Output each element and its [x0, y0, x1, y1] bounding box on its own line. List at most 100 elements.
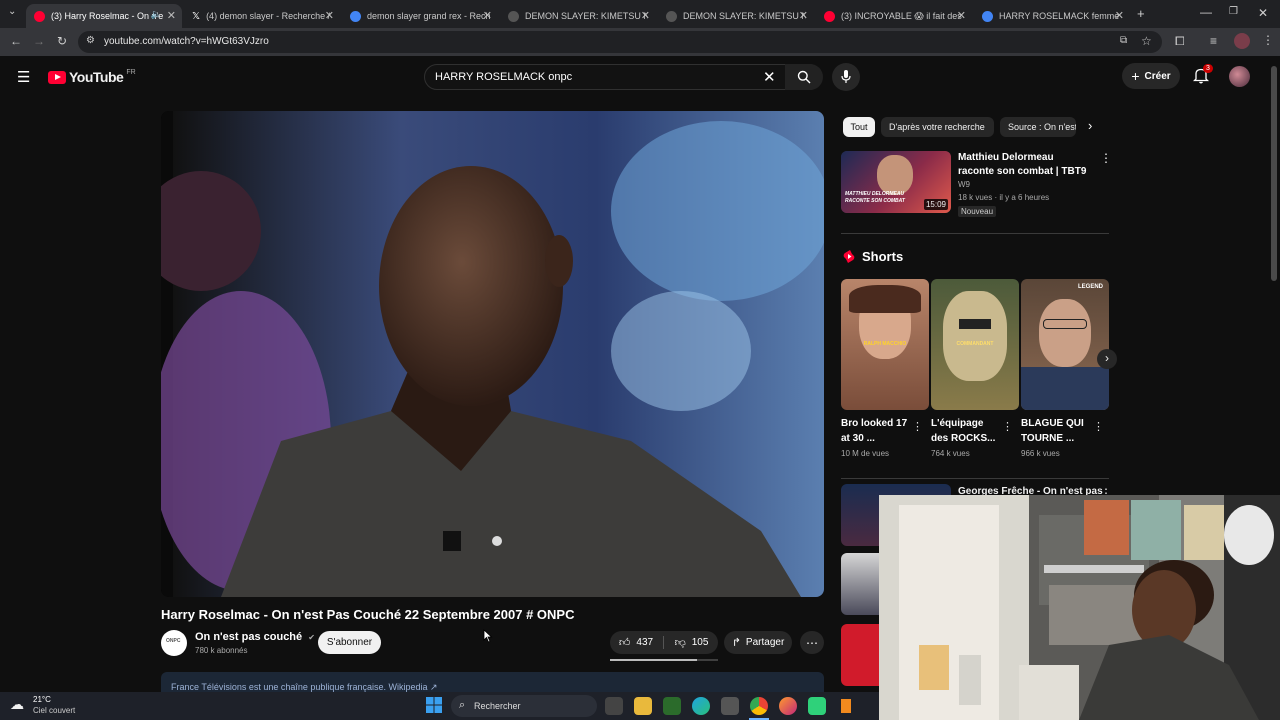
file-explorer-icon[interactable] — [634, 697, 652, 715]
recommendation-thumbnail-4[interactable] — [841, 624, 879, 686]
video-duration: 15:09 — [923, 199, 948, 210]
nvidia-icon[interactable] — [663, 697, 681, 715]
restore-icon[interactable]: ❐ — [1229, 6, 1238, 17]
recommendation-title[interactable]: Matthieu Delormeau raconte son combat | … — [958, 151, 1088, 179]
create-button[interactable]: + Créer — [1122, 63, 1180, 89]
close-icon[interactable]: ✕ — [167, 9, 176, 22]
clear-search-icon[interactable]: ✕ — [763, 68, 776, 86]
more-actions-icon[interactable]: ⋯ — [800, 631, 824, 654]
recommendation-thumbnail-3[interactable] — [841, 553, 879, 615]
chip-related[interactable]: D'après votre recherche — [881, 117, 994, 137]
more-options-icon[interactable]: ⋮ — [912, 420, 923, 433]
subscribe-button[interactable]: S'abonner — [318, 631, 381, 654]
window-close-icon[interactable]: ✕ — [1258, 6, 1268, 20]
recommendation-meta: 18 k vues · il y a 6 heures — [958, 193, 1050, 202]
windows-start-icon[interactable] — [426, 697, 442, 713]
short-thumbnail-2[interactable]: COMMANDANT — [931, 279, 1019, 410]
more-options-icon[interactable]: ⋮ — [1002, 420, 1013, 433]
tab-google-search[interactable]: demon slayer grand rex - Reche ✕ — [342, 4, 498, 28]
close-icon[interactable]: ✕ — [483, 9, 492, 22]
taskbar-search[interactable]: ⌕ Rechercher — [451, 695, 597, 717]
tab-x[interactable]: 𝕏 (4) demon slayer - Recherche / ✕ — [184, 4, 340, 28]
address-bar[interactable]: ⚙ youtube.com/watch?v=hWGt63VJzro ⧉ ☆ — [78, 31, 1162, 53]
close-icon[interactable]: ✕ — [641, 9, 650, 22]
recommendation-channel[interactable]: W9 — [958, 180, 970, 189]
tab-title: HARRY ROSELMACK femme - R — [999, 11, 1122, 21]
tab-groups-icon[interactable]: ≡ — [1210, 34, 1217, 48]
close-icon[interactable]: ✕ — [957, 9, 966, 22]
profile-avatar[interactable] — [1234, 33, 1250, 49]
like-button[interactable]: 👍︎ 437 — [610, 631, 662, 654]
browser-toolbar: ← → ↻ ⚙ youtube.com/watch?v=hWGt63VJzro … — [0, 28, 1280, 56]
description-box[interactable]: France Télévisions est une chaîne publiq… — [161, 672, 824, 692]
extensions-icon[interactable]: ⧠ — [1175, 34, 1185, 49]
tab-demon-slayer-1[interactable]: DEMON SLAYER: KIMETSU NO ✕ — [500, 4, 656, 28]
firefox-icon[interactable] — [779, 697, 797, 715]
weather-cloud-icon[interactable]: ☁ — [10, 696, 24, 713]
tab-search-icon[interactable]: ⌄ — [8, 6, 16, 17]
verified-icon: ✔ — [308, 633, 315, 642]
channel-name-text: On n'est pas couché — [195, 631, 303, 643]
video-player[interactable] — [161, 111, 824, 597]
audio-icon[interactable]: 🔈 — [151, 9, 162, 20]
search-button[interactable] — [785, 64, 823, 90]
forward-icon[interactable]: → — [33, 34, 45, 48]
store-icon[interactable] — [721, 697, 739, 715]
short-thumbnail-1[interactable]: RALPH MACCHIO — [841, 279, 929, 410]
search-input[interactable]: HARRY ROSELMACK onpc ✕ — [424, 64, 822, 90]
close-icon[interactable]: ✕ — [325, 9, 334, 22]
vlc-icon[interactable] — [837, 697, 855, 715]
chrome-menu-icon[interactable]: ⋮ — [1262, 33, 1274, 47]
google-favicon-icon — [982, 10, 993, 22]
short-overlay-text: LEGEND — [1077, 284, 1103, 290]
dislike-button[interactable]: 👎︎ 105 — [665, 631, 718, 654]
reload-icon[interactable]: ↻ — [57, 34, 67, 48]
short-title[interactable]: BLAGUE QUI TOURNE ... — [1021, 416, 1093, 446]
tab-title: DEMON SLAYER: KIMETSU NO — [683, 11, 806, 21]
task-view-icon[interactable] — [605, 697, 623, 715]
chevron-right-icon[interactable]: › — [1088, 118, 1092, 133]
install-app-icon[interactable]: ⧉ — [1120, 35, 1127, 46]
google-favicon-icon — [350, 10, 361, 22]
chip-source[interactable]: Source : On n'est — [1000, 117, 1076, 137]
short-thumbnail-3[interactable]: LEGEND — [1021, 279, 1109, 410]
close-icon[interactable]: ✕ — [1115, 9, 1124, 22]
tab-youtube-active[interactable]: (3) Harry Roselmac - On n'e 🔈 ✕ — [26, 4, 182, 28]
back-icon[interactable]: ← — [10, 34, 22, 48]
edge-icon[interactable] — [692, 697, 710, 715]
channel-avatar[interactable]: ONPC — [161, 630, 187, 656]
more-options-icon[interactable]: ⋮ — [1100, 151, 1112, 165]
shorts-next-icon[interactable]: › — [1097, 349, 1117, 369]
chip-all[interactable]: Tout — [843, 117, 875, 137]
minimize-icon[interactable]: — — [1200, 5, 1212, 19]
shorts-logo-icon — [843, 250, 855, 263]
account-avatar[interactable] — [1229, 66, 1250, 87]
notifications-button[interactable]: 3 — [1192, 64, 1213, 89]
close-icon[interactable]: ✕ — [799, 9, 808, 22]
tab-demon-slayer-2[interactable]: DEMON SLAYER: KIMETSU NO ✕ — [658, 4, 814, 28]
youtube-logo[interactable]: YouTube FR — [48, 69, 136, 85]
search-value: HARRY ROSELMACK onpc — [435, 71, 573, 83]
new-tab-icon[interactable]: + — [1137, 6, 1145, 21]
tab-google-search-2[interactable]: HARRY ROSELMACK femme - R ✕ — [974, 4, 1130, 28]
share-button[interactable]: ↱ Partager — [724, 631, 792, 654]
tab-youtube-2[interactable]: (3) INCROYABLE 😱 il fait des n ✕ — [816, 4, 972, 28]
short-views: 764 k vues — [931, 449, 970, 458]
youtube-favicon-icon — [824, 10, 835, 22]
site-info-icon[interactable]: ⚙ — [86, 35, 95, 46]
menu-icon[interactable]: ☰ — [17, 68, 30, 86]
taskbar-search-placeholder: Rechercher — [474, 701, 521, 711]
discord-icon[interactable] — [808, 697, 826, 715]
voice-search-button[interactable] — [832, 63, 860, 91]
recommendation-thumbnail[interactable]: MATTHIEU DELORMEAU RACONTE SON COMBAT 15… — [841, 151, 951, 213]
more-options-icon[interactable]: ⋮ — [1093, 420, 1104, 433]
channel-name[interactable]: On n'est pas couché ✔ — [195, 631, 315, 643]
temperature: 21°C — [33, 695, 51, 704]
bookmark-star-icon[interactable]: ☆ — [1141, 34, 1152, 48]
chrome-icon[interactable] — [750, 697, 768, 715]
microphone-icon — [841, 70, 851, 83]
short-title[interactable]: Bro looked 17 at 30 ... — [841, 416, 913, 446]
page-scrollbar[interactable] — [1271, 66, 1277, 281]
short-title[interactable]: L'équipage des ROCKS... — [931, 416, 1003, 446]
youtube-favicon-icon — [34, 10, 45, 22]
